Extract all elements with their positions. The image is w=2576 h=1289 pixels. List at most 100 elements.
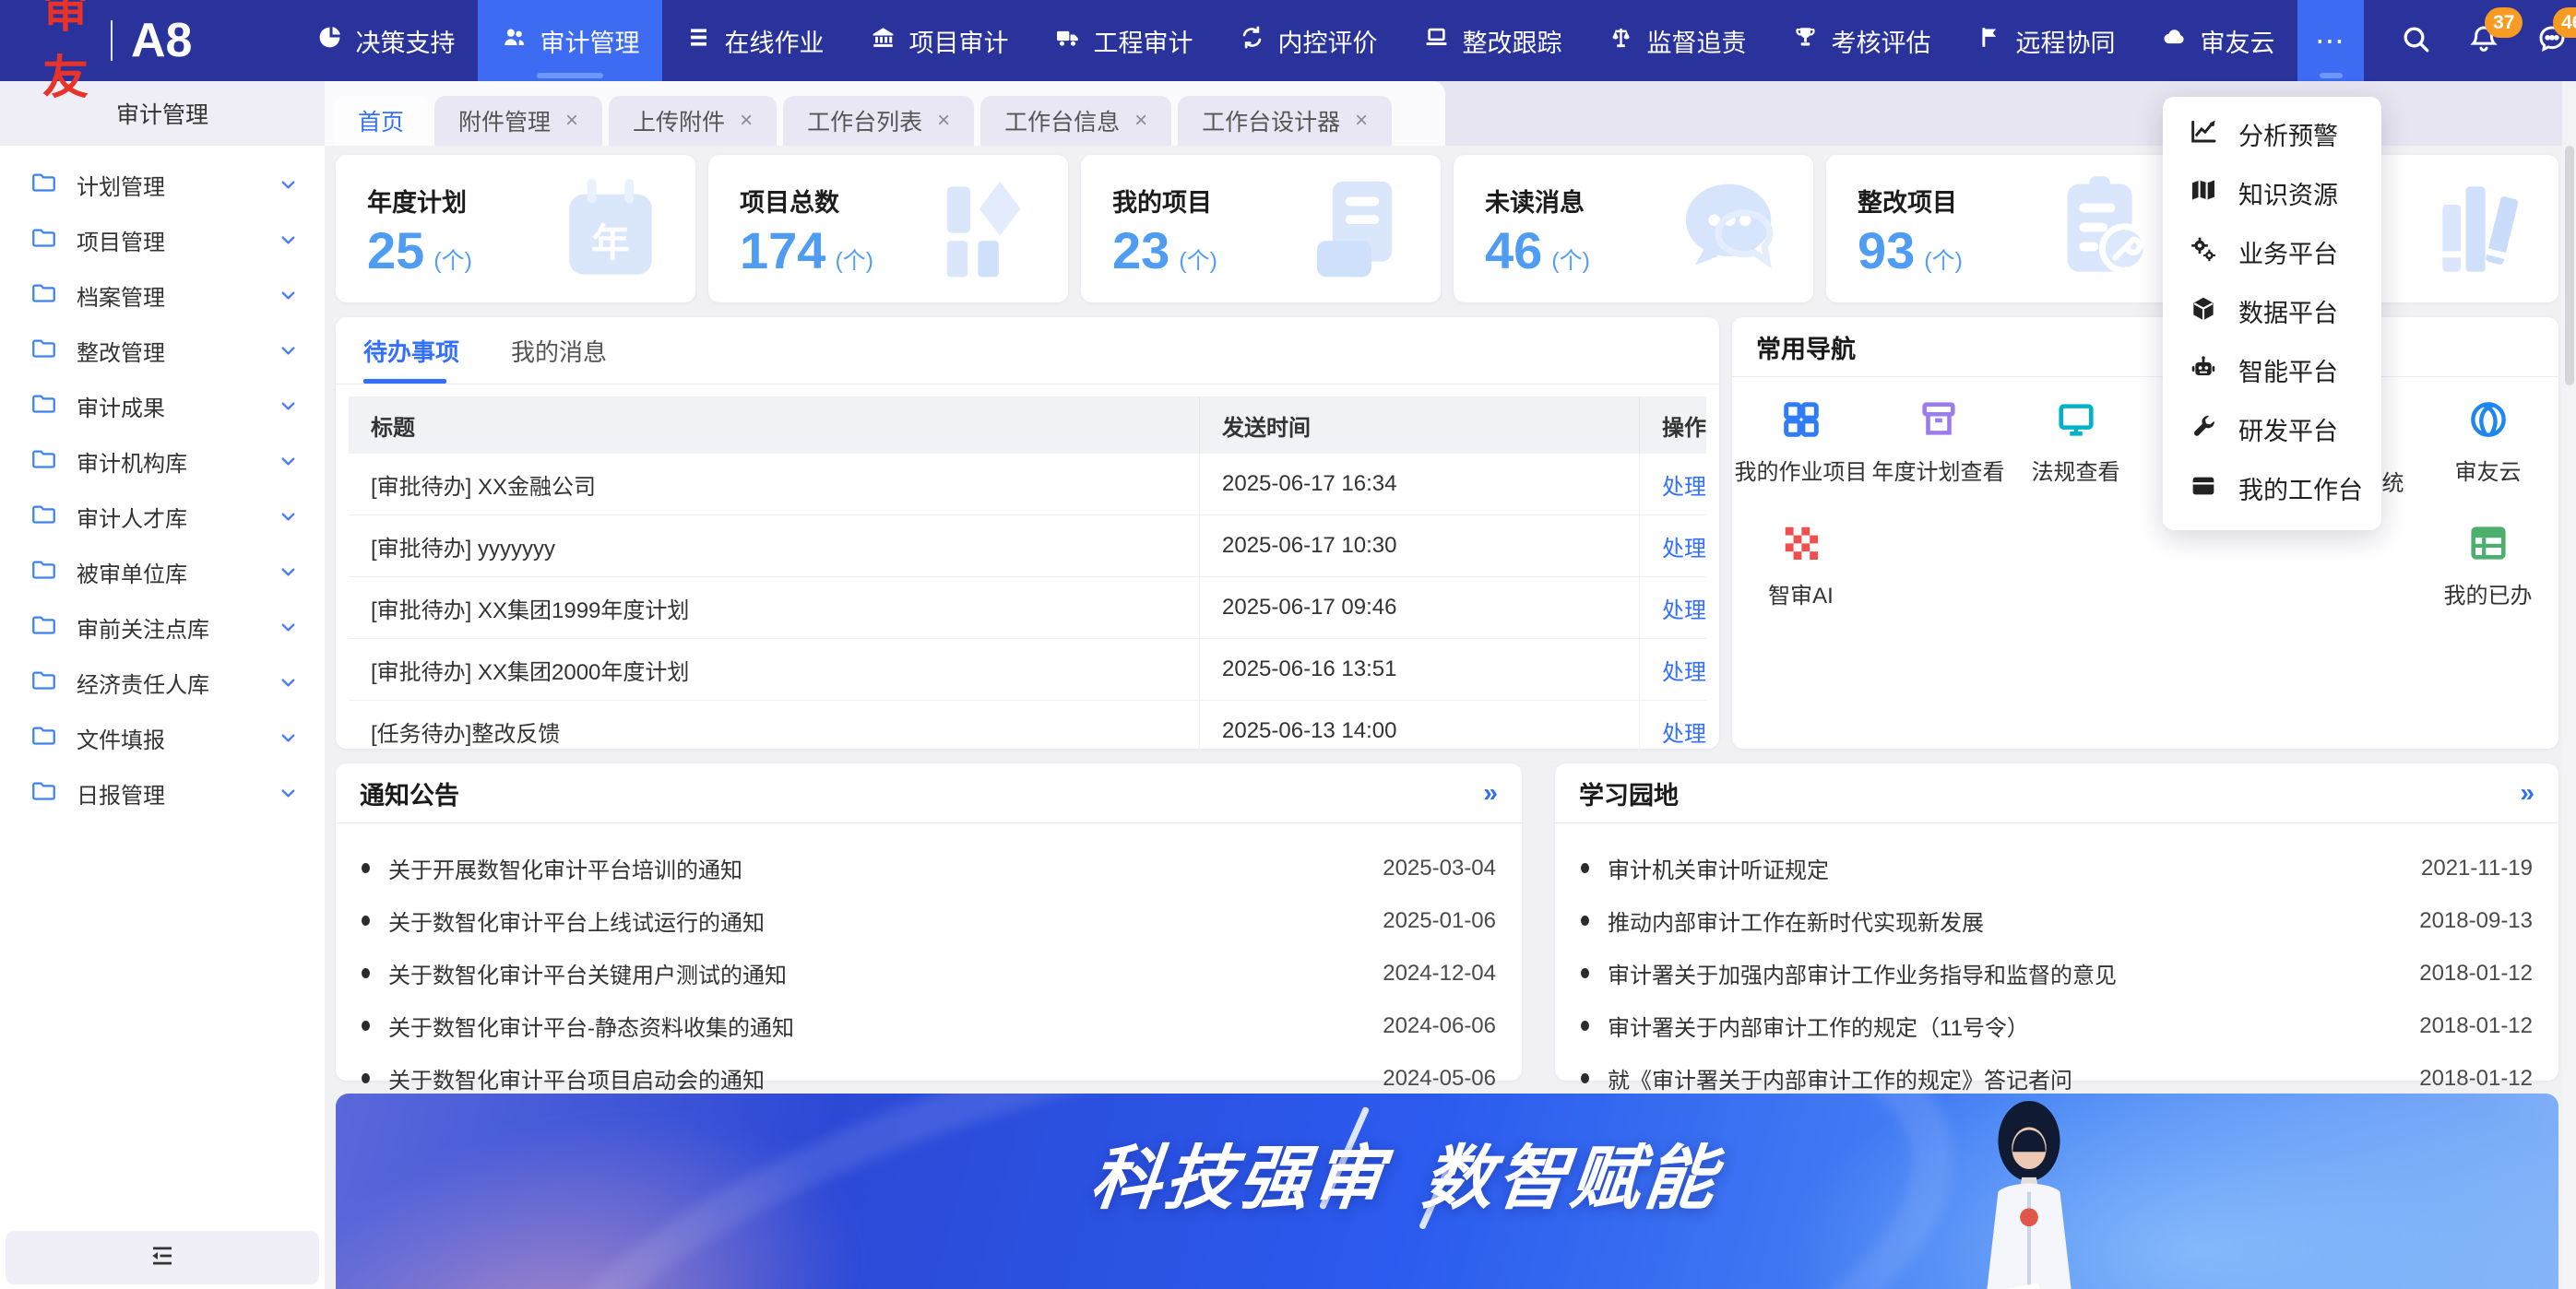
quicknav-my-work-projects[interactable]: 我的作业项目: [1732, 398, 1870, 486]
bullet-icon: [362, 916, 370, 926]
banner-slogan: 科技强审 数智赋能: [1040, 1121, 1771, 1223]
list-item[interactable]: 关于数智化审计平台上线试运行的通知2025-01-06: [336, 894, 1522, 947]
sidebar-item-file-reporting[interactable]: 文件填报: [0, 710, 325, 765]
quicknav-annual-plan-view[interactable]: 年度计划查看: [1870, 398, 2007, 486]
dropdown-label: 数据平台: [2238, 293, 2338, 329]
sidebar-item-audit-org-library[interactable]: 审计机构库: [0, 433, 325, 489]
quicknav-audit-cloud[interactable]: 审友云: [2419, 398, 2557, 486]
menu-item-online-work[interactable]: 在线作业: [662, 0, 847, 81]
stat-card-my-projects[interactable]: 我的项目 23(个): [1081, 155, 1441, 302]
tab-upload-attachment[interactable]: 上传附件×: [609, 96, 777, 146]
stat-card-unread-messages[interactable]: 未读消息 46(个): [1454, 155, 1813, 302]
close-icon[interactable]: ×: [565, 108, 578, 134]
dropdown-item-analysis-warning[interactable]: 分析预警: [2163, 104, 2381, 163]
menu-item-audit-management[interactable]: 审计管理: [478, 0, 662, 81]
tab-attachment-management[interactable]: 附件管理×: [434, 96, 602, 146]
globe-icon: [2419, 398, 2557, 441]
close-icon[interactable]: ×: [1134, 108, 1147, 134]
tab-workbench-designer[interactable]: 工作台设计器×: [1178, 96, 1392, 146]
handle-link[interactable]: 处理: [1662, 468, 1706, 501]
menu-item-rectification-tracking[interactable]: 整改跟踪: [1400, 0, 1585, 81]
scrollbar-thumb[interactable]: [2565, 146, 2574, 385]
tab-home[interactable]: 首页: [334, 96, 428, 146]
handle-link[interactable]: 处理: [1662, 530, 1706, 562]
sidebar-item-daily-report-management[interactable]: 日报管理: [0, 765, 325, 821]
menu-item-assessment[interactable]: 考核评估: [1769, 0, 1953, 81]
dropdown-item-ai-platform[interactable]: 智能平台: [2163, 340, 2381, 399]
table-row: [审批待办] XX金融公司 2025-06-17 16:34 处理: [349, 454, 1706, 515]
list-item[interactable]: 审计署关于加强内部审计工作业务指导和监督的意见2018-01-12: [1555, 947, 2558, 999]
scrollbar[interactable]: [2562, 81, 2576, 1289]
menu-item-audit-cloud[interactable]: 审友云: [2138, 0, 2297, 81]
menu-label: 决策支持: [355, 23, 455, 59]
list-item[interactable]: 关于数智化审计平台关键用户测试的通知2024-12-04: [336, 947, 1522, 999]
search-button[interactable]: [2399, 22, 2432, 60]
checkerboard-icon: [1732, 522, 1870, 564]
tab-todo-items[interactable]: 待办事项: [363, 317, 459, 384]
dropdown-item-my-workbench[interactable]: 我的工作台: [2163, 458, 2381, 517]
notice-more-link[interactable]: »: [1483, 778, 1498, 808]
list-icon: [685, 24, 712, 57]
logo-cn-text: 审友: [42, 0, 92, 107]
sidebar-item-plan-management[interactable]: 计划管理: [0, 157, 325, 212]
menu-item-supervision[interactable]: 监督追责: [1585, 0, 1769, 81]
tab-my-messages[interactable]: 我的消息: [511, 317, 607, 384]
sidebar-item-pre-audit-focus-library[interactable]: 审前关注点库: [0, 599, 325, 655]
sidebar-item-audit-talent-library[interactable]: 审计人才库: [0, 489, 325, 544]
folder-icon: [31, 559, 56, 585]
folder-icon: [31, 503, 56, 529]
dropdown-item-business-platform[interactable]: 业务平台: [2163, 222, 2381, 281]
sidebar-item-label: 审前关注点库: [77, 611, 209, 644]
sidebar-item-audit-results[interactable]: 审计成果: [0, 378, 325, 433]
list-item[interactable]: 审计署关于内部审计工作的规定（11号令）2018-01-12: [1555, 999, 2558, 1052]
promo-banner[interactable]: 科技强审 数智赋能: [336, 1094, 2558, 1289]
stat-card-value: 23: [1112, 220, 1169, 280]
stat-card-annual-plan[interactable]: 年度计划 25(个) 年: [336, 155, 695, 302]
sidebar-item-economic-responsibility-library[interactable]: 经济责任人库: [0, 655, 325, 710]
menu-item-engineering-audit[interactable]: 工程审计: [1031, 0, 1216, 81]
column-header-action: 操作: [1640, 396, 1706, 454]
handle-link[interactable]: 处理: [1662, 715, 1706, 748]
menu-item-remote-collab[interactable]: 远程协同: [1953, 0, 2138, 81]
notification-badge: 37: [2485, 7, 2523, 38]
collapse-sidebar-button[interactable]: [6, 1231, 319, 1284]
handle-link[interactable]: 处理: [1662, 654, 1706, 686]
menu-label: 在线作业: [724, 23, 824, 59]
close-icon[interactable]: ×: [740, 108, 753, 134]
notifications-button[interactable]: 37: [2467, 22, 2500, 60]
messages-button[interactable]: 46: [2535, 22, 2569, 60]
close-icon[interactable]: ×: [1355, 108, 1368, 134]
quicknav-smart-audit-ai[interactable]: 智审AI: [1732, 522, 1870, 609]
tab-workbench-list[interactable]: 工作台列表×: [783, 96, 974, 146]
quicknav-regulation-view[interactable]: 法规查看: [2007, 398, 2144, 486]
stat-card-total-projects[interactable]: 项目总数 174(个): [708, 155, 1068, 302]
menu-item-internal-control[interactable]: 内控评价: [1216, 0, 1400, 81]
sidebar: 计划管理 项目管理 档案管理 整改管理 审计成果 审计机构库 审计人才库 被审单…: [0, 146, 325, 1289]
study-panel: 学习园地 » 审计机关审计听证规定2021-11-19 推动内部审计工作在新时代…: [1555, 763, 2558, 1081]
tab-workbench-info[interactable]: 工作台信息×: [980, 96, 1171, 146]
dropdown-item-rd-platform[interactable]: 研发平台: [2163, 399, 2381, 458]
quicknav-my-done[interactable]: 我的已办: [2419, 522, 2557, 609]
list-item[interactable]: 关于数智化审计平台-静态资料收集的通知2024-06-06: [336, 999, 1522, 1052]
todo-time: 2025-06-17 16:34: [1222, 471, 1397, 497]
dropdown-item-data-platform[interactable]: 数据平台: [2163, 281, 2381, 340]
sidebar-item-archive-management[interactable]: 档案管理: [0, 267, 325, 323]
handle-link[interactable]: 处理: [1662, 592, 1706, 624]
sidebar-item-project-management[interactable]: 项目管理: [0, 212, 325, 267]
sidebar-item-auditee-library[interactable]: 被审单位库: [0, 544, 325, 599]
more-menu-button[interactable]: ⋯: [2297, 0, 2364, 81]
menu-item-project-audit[interactable]: 项目审计: [847, 0, 1031, 81]
list-item[interactable]: 推动内部审计工作在新时代实现新发展2018-09-13: [1555, 894, 2558, 947]
todo-title: [审批待办] XX金融公司: [371, 468, 596, 501]
scale-icon: [1608, 24, 1634, 57]
table-row: [审批待办] yyyyyyy 2025-06-17 10:30 处理: [349, 515, 1706, 577]
study-more-link[interactable]: »: [2520, 778, 2534, 808]
stat-card-rectification-projects[interactable]: 整改项目 93(个): [1826, 155, 2186, 302]
close-icon[interactable]: ×: [937, 108, 950, 134]
list-item[interactable]: 关于开展数智化审计平台培训的通知2025-03-04: [336, 842, 1522, 894]
menu-item-decision-support[interactable]: 决策支持: [293, 0, 478, 81]
dropdown-item-knowledge-resources[interactable]: 知识资源: [2163, 163, 2381, 222]
sidebar-item-rectification-management[interactable]: 整改管理: [0, 323, 325, 378]
list-item[interactable]: 审计机关审计听证规定2021-11-19: [1555, 842, 2558, 894]
collapse-sidebar-icon: [148, 1242, 176, 1274]
